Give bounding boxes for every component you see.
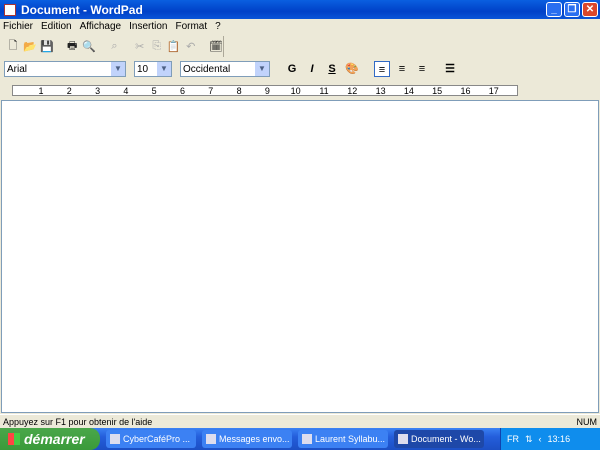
print-preview-button[interactable]: 🔍 — [82, 39, 96, 55]
start-button[interactable]: démarrer — [0, 428, 100, 450]
menu-help[interactable]: ? — [215, 21, 221, 32]
wordpad-icon — [4, 3, 16, 16]
save-button[interactable]: 💾 — [40, 39, 54, 55]
task-messages[interactable]: Messages envo... — [202, 430, 292, 448]
language-indicator[interactable]: FR — [507, 434, 519, 444]
font-select[interactable]: Arial ▼ — [4, 61, 126, 77]
menu-fichier[interactable]: Fichier — [3, 21, 33, 32]
app-icon — [398, 434, 408, 444]
ruler-number: 12 — [347, 86, 358, 96]
ruler-number: 1 — [38, 86, 44, 96]
ruler-number: 15 — [432, 86, 443, 96]
start-label: démarrer — [24, 431, 85, 447]
chevron-down-icon[interactable]: ▼ — [157, 62, 171, 76]
ruler-number: 6 — [179, 86, 186, 96]
clock: 13:16 — [547, 434, 571, 444]
ruler[interactable]: 1 2 3 4 5 6 7 8 9 10 11 12 13 14 15 16 17 — [0, 82, 600, 99]
ruler-number: 17 — [488, 86, 499, 96]
task-cybercafepro[interactable]: CyberCaféPro ... — [106, 430, 196, 448]
minimize-button[interactable]: _ — [546, 2, 562, 17]
ruler-number: 10 — [290, 86, 301, 96]
copy-button[interactable]: ⎘ — [150, 39, 164, 55]
windows-logo-icon — [8, 433, 20, 445]
status-help: Appuyez sur F1 pour obtenir de l'aide — [3, 416, 153, 427]
ruler-strip[interactable]: 1 2 3 4 5 6 7 8 9 10 11 12 13 14 15 16 17 — [12, 85, 518, 96]
task-label: Document - Wo... — [411, 434, 481, 444]
ruler-number: 11 — [319, 86, 329, 96]
cut-button[interactable]: ✂ — [133, 39, 147, 55]
color-button[interactable]: 🎨 — [344, 61, 360, 77]
print-button[interactable]: 🖶 — [65, 39, 79, 55]
menu-format[interactable]: Format — [175, 21, 207, 32]
date-time-button[interactable]: 🗓 — [209, 39, 223, 55]
ruler-number: 14 — [403, 86, 414, 96]
font-size-value: 10 — [137, 63, 149, 75]
ruler-number: 5 — [151, 86, 157, 96]
standard-toolbar: 🗋 📂 💾 🖶 🔍 ⌕ ✂ ⎘ 📋 ↶ 🗓 — [2, 36, 224, 57]
status-num: NUM — [576, 416, 598, 427]
bullets-button[interactable]: ☰ — [442, 61, 458, 77]
task-document[interactable]: Document - Wo... — [394, 430, 484, 448]
font-value: Arial — [7, 63, 28, 75]
ruler-number: 4 — [123, 86, 129, 96]
task-laurent[interactable]: Laurent Syllabu... — [298, 430, 388, 448]
task-label: Messages envo... — [219, 434, 290, 444]
menu-edition[interactable]: Edition — [41, 21, 72, 32]
bold-button[interactable]: G — [284, 61, 300, 77]
menu-insertion[interactable]: Insertion — [129, 21, 167, 32]
document-area[interactable] — [1, 100, 599, 413]
close-button[interactable]: ✕ — [582, 2, 598, 17]
network-icon[interactable]: ⇅ — [525, 434, 533, 445]
ruler-number: 7 — [208, 86, 214, 96]
title-bar: Document - WordPad _ ❐ ✕ — [0, 0, 600, 19]
align-right-button[interactable]: ≡ — [414, 61, 430, 77]
menu-bar: Fichier Edition Affichage Insertion Form… — [0, 19, 600, 34]
ruler-number: 3 — [95, 86, 101, 96]
task-label: CyberCaféPro ... — [123, 434, 191, 444]
chevron-down-icon[interactable]: ▼ — [255, 62, 269, 76]
italic-button[interactable]: I — [304, 61, 320, 77]
align-left-button[interactable]: ≡ — [374, 61, 390, 77]
chevron-down-icon[interactable]: ▼ — [111, 62, 125, 76]
ruler-number: 2 — [66, 86, 72, 96]
ruler-number: 8 — [236, 86, 242, 96]
script-select[interactable]: Occidental ▼ — [180, 61, 270, 77]
window-title: Document - WordPad — [21, 2, 143, 17]
ruler-number: 9 — [264, 86, 270, 96]
new-button[interactable]: 🗋 — [6, 39, 20, 55]
maximize-button[interactable]: ❐ — [564, 2, 580, 17]
font-size-select[interactable]: 10 ▼ — [134, 61, 172, 77]
ruler-number: 13 — [375, 86, 386, 96]
system-tray: FR ⇅ ‹ 13:16 — [500, 428, 600, 450]
app-icon — [302, 434, 312, 444]
script-value: Occidental — [183, 63, 231, 75]
align-center-button[interactable]: ≡ — [394, 61, 410, 77]
format-toolbar: Arial ▼ 10 ▼ Occidental ▼ G I S 🎨 ≡ ≡ ≡ ☰ — [2, 59, 600, 79]
task-label: Laurent Syllabu... — [315, 434, 386, 444]
status-bar: Appuyez sur F1 pour obtenir de l'aide NU… — [0, 414, 600, 428]
paste-button[interactable]: 📋 — [167, 39, 181, 55]
app-icon — [110, 434, 120, 444]
open-button[interactable]: 📂 — [23, 39, 37, 55]
app-icon — [206, 434, 216, 444]
undo-button[interactable]: ↶ — [184, 39, 198, 55]
find-button[interactable]: ⌕ — [108, 39, 122, 55]
underline-button[interactable]: S — [324, 61, 340, 77]
menu-affichage[interactable]: Affichage — [80, 21, 122, 32]
ruler-number: 16 — [460, 86, 471, 96]
taskbar: démarrer CyberCaféPro ... Messages envo.… — [0, 428, 600, 450]
tray-expand-icon[interactable]: ‹ — [539, 434, 542, 444]
